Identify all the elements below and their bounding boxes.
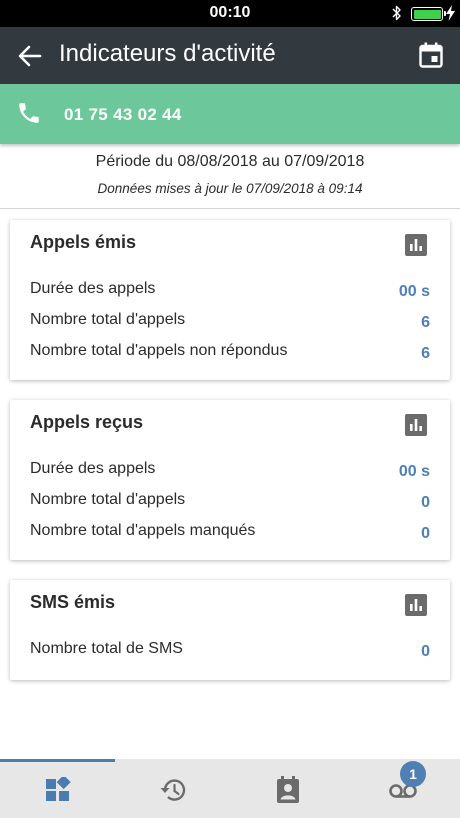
stat-row: Nombre total d'appels 6 [30, 311, 430, 335]
calendar-button[interactable] [414, 38, 448, 72]
chart-button[interactable] [404, 233, 428, 257]
stat-value: 0 [421, 525, 430, 542]
bar-chart-icon [405, 234, 427, 256]
stat-label: Nombre total d'appels [30, 491, 186, 508]
card-title: Appels émis [30, 232, 137, 252]
stat-row: Nombre total de SMS 0 [30, 640, 430, 664]
dashboard-icon [45, 777, 71, 801]
bar-chart-icon [405, 414, 427, 436]
phone-icon [16, 100, 42, 131]
nav-history[interactable] [115, 762, 230, 818]
stat-value: 0 [421, 643, 430, 660]
phone-number: 01 75 43 02 44 [64, 105, 182, 124]
period-range: Période du 08/08/2018 au 07/09/2018 [95, 153, 365, 170]
card-title: SMS émis [30, 592, 116, 612]
voicemail-badge: 1 [400, 761, 426, 787]
stat-value: 00 s [398, 463, 430, 480]
status-bar: 00:10 [0, 0, 460, 27]
incoming-calls-card: Appels reçus Durée des appels 00 s Nombr… [10, 400, 450, 560]
stat-label: Nombre total d'appels non répondus [30, 342, 288, 359]
history-icon [160, 779, 185, 801]
stat-label: Nombre total d'appels manqués [30, 522, 256, 539]
bluetooth-icon [392, 5, 402, 26]
nav-dashboard[interactable] [0, 762, 115, 818]
stat-value: 6 [421, 345, 430, 362]
bottom-nav [0, 759, 460, 818]
bar-chart-icon [405, 594, 427, 616]
stat-row: Durée des appels 00 s [30, 280, 430, 304]
stat-label: Durée des appels [30, 280, 156, 297]
outgoing-calls-card: Appels émis Durée des appels 00 s Nombre… [10, 220, 450, 380]
stat-label: Durée des appels [30, 460, 156, 477]
stat-row: Nombre total d'appels manqués 0 [30, 522, 430, 546]
stat-value: 00 s [398, 283, 430, 300]
back-button[interactable] [14, 41, 46, 71]
chart-button[interactable] [404, 413, 428, 437]
phone-line-bar[interactable]: 01 75 43 02 44 [0, 84, 460, 144]
battery-icon [411, 7, 446, 21]
sms-sent-card: SMS émis Nombre total de SMS 0 [10, 580, 450, 680]
status-time: 00:10 [209, 4, 251, 21]
app-bar: Indicateurs d'activité [0, 27, 460, 84]
stat-value: 0 [421, 494, 430, 511]
stat-value: 6 [421, 314, 430, 331]
last-updated: Données mises à jour le 07/09/2018 à 09:… [97, 181, 363, 196]
chart-button[interactable] [404, 593, 428, 617]
stat-row: Nombre total d'appels non répondus 6 [30, 342, 430, 366]
back-arrow-icon [18, 45, 42, 67]
stat-label: Nombre total de SMS [30, 640, 183, 657]
charging-icon [446, 5, 455, 26]
contacts-icon [276, 776, 299, 803]
divider [0, 208, 460, 209]
stat-row: Durée des appels 00 s [30, 460, 430, 484]
nav-contacts[interactable] [230, 762, 345, 818]
card-title: Appels reçus [30, 412, 144, 432]
stat-row: Nombre total d'appels 0 [30, 491, 430, 515]
stat-label: Nombre total d'appels [30, 311, 186, 328]
calendar-icon [419, 42, 443, 68]
page-title: Indicateurs d'activité [59, 40, 276, 67]
